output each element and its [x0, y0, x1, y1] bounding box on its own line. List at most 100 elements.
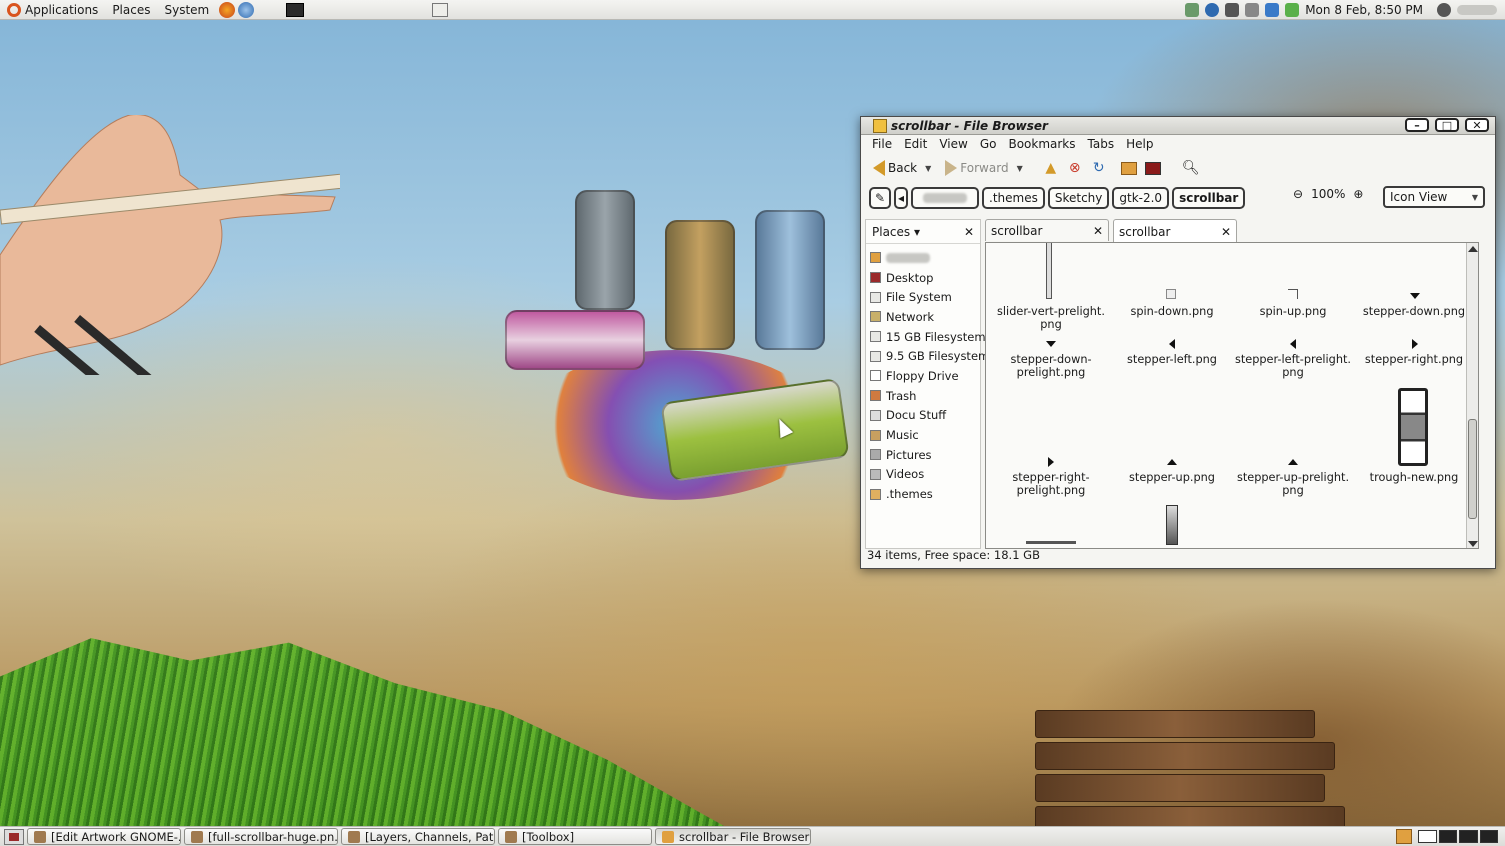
taskbar-item-toolbox[interactable]: [Toolbox] — [498, 828, 652, 845]
menu-help[interactable]: Help — [1121, 137, 1158, 151]
checkmark-icon[interactable] — [1285, 3, 1300, 17]
taskbar-item-scrollbar-image[interactable]: [full-scrollbar-huge.pn... — [184, 828, 338, 845]
file-item[interactable]: spin-down.png — [1112, 305, 1232, 318]
menu-go[interactable]: Go — [975, 137, 1002, 151]
tab-bar: scrollbar ✕ scrollbar ✕ — [985, 219, 1237, 243]
file-item[interactable]: stepper-down.png — [1354, 305, 1474, 318]
back-history-dropdown[interactable]: ▼ — [925, 164, 931, 173]
menu-file[interactable]: File — [867, 137, 897, 151]
sidebar-item-9gb[interactable]: 9.5 GB Filesystem — [866, 346, 989, 366]
drive-icon — [870, 350, 881, 362]
clock[interactable]: Mon 8 Feb, 8:50 PM — [1305, 3, 1423, 17]
stop-icon[interactable]: ⊗ — [1065, 158, 1085, 178]
file-item[interactable]: trough-new.png — [1354, 471, 1474, 484]
vertical-scrollbar[interactable] — [1466, 243, 1478, 548]
path-crumb-scrollbar[interactable]: scrollbar — [1172, 187, 1246, 209]
file-item[interactable]: stepper-down-prelight.png — [991, 353, 1111, 379]
sidebar-item-network[interactable]: Network — [866, 307, 980, 327]
sidebar-close-icon[interactable]: ✕ — [964, 225, 974, 239]
file-item[interactable]: slider-vert-prelight. png — [991, 305, 1111, 331]
file-item[interactable]: stepper-right-prelight.png — [991, 471, 1111, 497]
notes-applet-icon[interactable] — [1396, 829, 1412, 844]
menu-view[interactable]: View — [934, 137, 972, 151]
minimize-button[interactable]: – — [1405, 118, 1429, 132]
volume-icon[interactable] — [1225, 3, 1240, 17]
sidebar-item-15gb[interactable]: 15 GB Filesystem — [866, 327, 986, 347]
network-icon[interactable] — [1185, 3, 1200, 17]
stepper-left-prelight-thumbnail — [1290, 339, 1296, 349]
zoom-in-icon[interactable]: ⊕ — [1353, 187, 1363, 201]
path-crumb-themes[interactable]: .themes — [982, 187, 1045, 209]
user-name-blurred[interactable] — [1457, 5, 1497, 15]
tab-close-icon[interactable]: ✕ — [1221, 225, 1231, 239]
up-icon[interactable]: ▲ — [1041, 158, 1061, 178]
show-desktop-button[interactable] — [4, 828, 24, 845]
taskbar-item-gimp-edit[interactable]: [Edit Artwork GNOME-... — [27, 828, 181, 845]
places-menu[interactable]: Places — [105, 3, 157, 17]
sidebar-places-dropdown[interactable]: Places ▾ — [872, 225, 920, 239]
window-titlebar[interactable]: scrollbar - File Browser – □ ✕ — [861, 117, 1495, 135]
workspace-2[interactable] — [1438, 830, 1457, 843]
file-item[interactable]: stepper-right.png — [1354, 353, 1474, 366]
view-mode-select[interactable]: Icon View ▼ — [1383, 186, 1485, 208]
sidebar-item-music[interactable]: Music — [866, 425, 980, 445]
zoom-level[interactable]: 100% — [1311, 187, 1345, 201]
taskbar-item-layers[interactable]: [Layers, Channels, Pat... — [341, 828, 495, 845]
home-icon[interactable] — [1119, 158, 1139, 178]
workspace-1[interactable] — [1418, 830, 1437, 843]
sidebar-item-floppy[interactable]: Floppy Drive — [866, 366, 980, 386]
document-folder-icon — [870, 409, 881, 421]
computer-icon[interactable] — [1143, 158, 1163, 178]
sidebar-item-docu-stuff[interactable]: Docu Stuff — [866, 406, 980, 426]
reload-icon[interactable]: ↻ — [1089, 158, 1109, 178]
applications-menu[interactable]: Applications — [0, 2, 105, 17]
tab-scrollbar-1[interactable]: scrollbar ✕ — [985, 219, 1109, 241]
file-item[interactable]: stepper-left.png — [1112, 353, 1232, 366]
scroll-down-arrow-icon[interactable] — [1468, 541, 1478, 547]
hp-printer-icon[interactable] — [1205, 3, 1220, 17]
forward-button[interactable]: Forward — [941, 158, 1012, 178]
close-button[interactable]: ✕ — [1465, 118, 1489, 132]
file-item[interactable]: spin-up.png — [1233, 305, 1353, 318]
bluetooth-icon[interactable] — [1245, 3, 1260, 17]
menu-bookmarks[interactable]: Bookmarks — [1003, 137, 1080, 151]
gimp-icon — [191, 830, 203, 843]
zoom-out-icon[interactable]: ⊖ — [1293, 187, 1303, 201]
taskbar-item-file-browser[interactable]: scrollbar - File Browser — [655, 828, 811, 845]
sidebar-item-desktop[interactable]: Desktop — [866, 268, 980, 288]
maximize-button[interactable]: □ — [1435, 118, 1459, 132]
system-menu[interactable]: System — [157, 3, 216, 17]
sidebar-item-filesystem[interactable]: File System — [866, 287, 980, 307]
workspace-4[interactable] — [1479, 830, 1498, 843]
file-item[interactable]: stepper-up.png — [1112, 471, 1232, 484]
tab-close-icon[interactable]: ✕ — [1093, 224, 1103, 238]
forward-history-dropdown[interactable]: ▼ — [1017, 164, 1023, 173]
update-icon[interactable] — [1265, 3, 1280, 17]
path-crumb-gtk[interactable]: gtk-2.0 — [1112, 187, 1170, 209]
sidebar-item-themes[interactable]: .themes — [866, 484, 980, 504]
tab-scrollbar-2[interactable]: scrollbar ✕ — [1113, 219, 1237, 243]
sidebar-item-trash[interactable]: Trash — [866, 386, 980, 406]
scroll-up-arrow-icon[interactable] — [1468, 246, 1478, 252]
chat-icon[interactable] — [1437, 3, 1451, 17]
thunderbird-launcher-icon[interactable] — [238, 1, 255, 18]
show-desktop-icon[interactable] — [432, 2, 449, 17]
scrollbar-thumb[interactable] — [1468, 419, 1477, 519]
workspace-switcher[interactable] — [1418, 830, 1498, 843]
path-crumb-sketchy[interactable]: Sketchy — [1047, 187, 1110, 209]
workspace-3[interactable] — [1459, 830, 1478, 843]
path-home-button[interactable] — [911, 187, 979, 209]
path-scroll-left-button[interactable]: ◂ — [894, 187, 908, 209]
sidebar-item-home[interactable] — [866, 248, 980, 268]
sidebar-item-videos[interactable]: Videos — [866, 465, 980, 485]
back-button[interactable]: Back — [869, 158, 921, 178]
file-item[interactable]: stepper-left-prelight. png — [1233, 353, 1353, 379]
sidebar-item-pictures[interactable]: Pictures — [866, 445, 980, 465]
edit-location-button[interactable]: ✎ — [869, 187, 891, 209]
menu-edit[interactable]: Edit — [899, 137, 932, 151]
menu-tabs[interactable]: Tabs — [1083, 137, 1120, 151]
firefox-launcher-icon[interactable] — [219, 1, 236, 18]
terminal-launcher-icon[interactable] — [286, 2, 305, 17]
file-item[interactable]: stepper-up-prelight. png — [1233, 471, 1353, 497]
search-icon[interactable]: 🔍︎ — [1181, 158, 1201, 178]
